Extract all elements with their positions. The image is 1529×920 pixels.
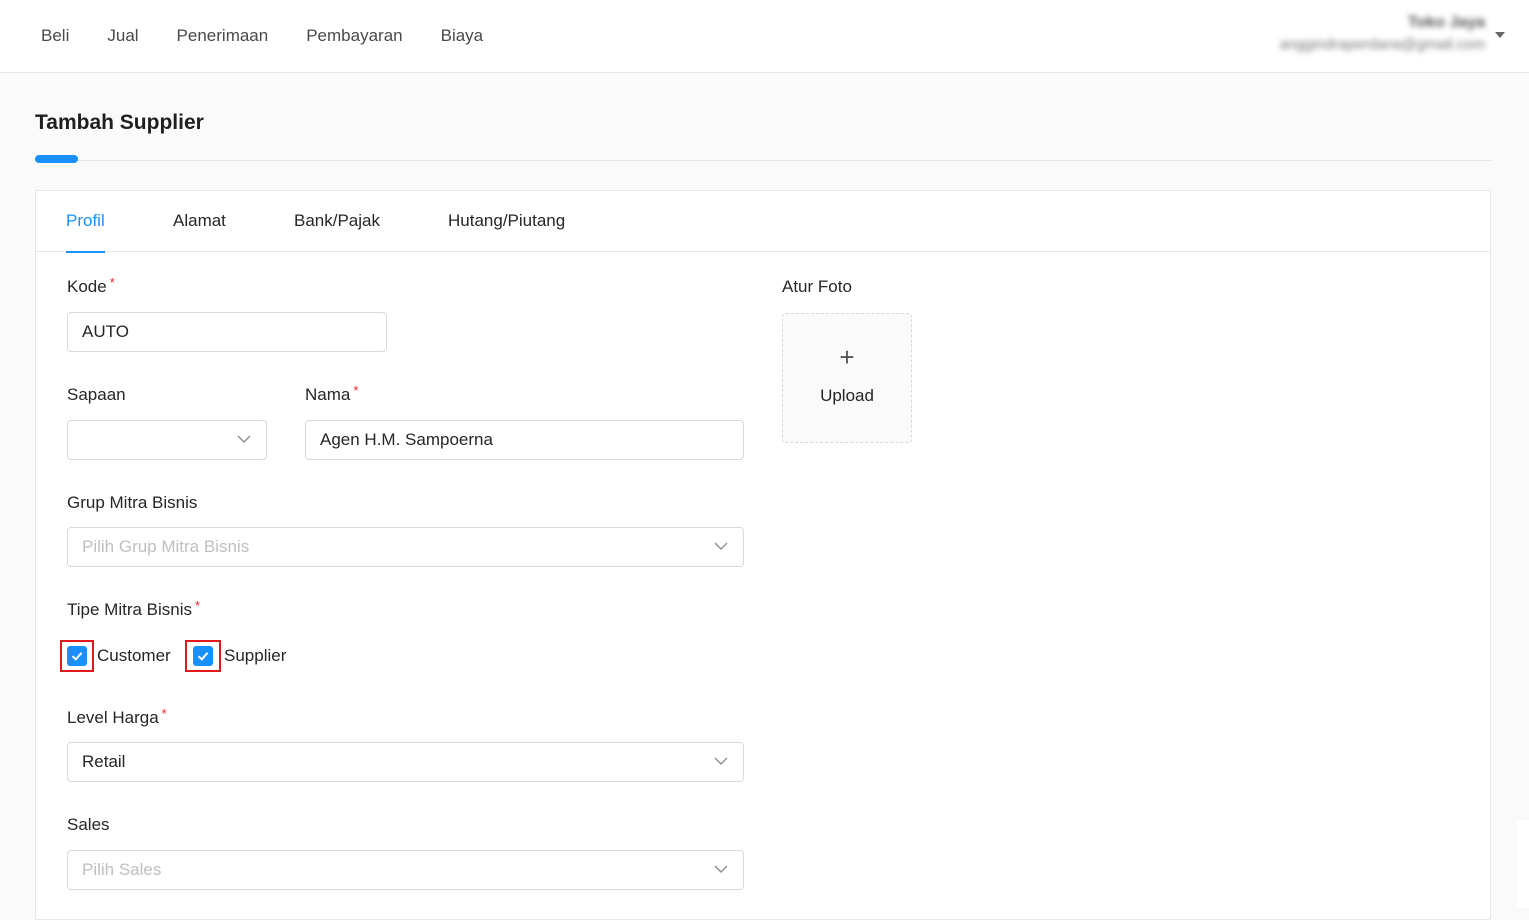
nama-label: Nama * [305,383,359,405]
nav-item-penerimaan[interactable]: Penerimaan [177,26,269,46]
supplier-option: Supplier [185,640,286,672]
chevron-down-icon [236,431,252,447]
level-harga-select[interactable]: Retail [67,742,744,782]
kode-label: Kode * [67,275,115,297]
level-label: Level Harga * [67,706,167,728]
required-mark: * [161,706,167,721]
level-label-text: Level Harga [67,708,159,727]
top-bar: Beli Jual Penerimaan Pembayaran Biaya To… [0,0,1529,73]
sales-placeholder: Pilih Sales [82,860,162,879]
kode-label-text: Kode [67,277,107,296]
top-nav: Beli Jual Penerimaan Pembayaran Biaya [41,0,521,72]
kode-input[interactable]: AUTO [67,312,387,352]
customer-option: Customer [60,640,171,672]
upload-photo-button[interactable]: + Upload [782,313,912,443]
title-accent-bar [35,155,78,163]
title-divider [35,160,1491,161]
page-title: Tambah Supplier [35,111,204,134]
required-mark: * [109,275,115,290]
grup-label: Grup Mitra Bisnis [67,493,198,512]
required-mark: * [353,383,359,398]
tipe-label: Tipe Mitra Bisnis * [67,598,201,620]
user-email: anggindraperdana@gmail.com [1279,36,1485,53]
nav-item-jual[interactable]: Jual [107,26,138,46]
required-mark: * [195,598,201,613]
caret-down-icon[interactable] [1495,32,1505,38]
grup-placeholder: Pilih Grup Mitra Bisnis [82,537,250,556]
scroll-edge [1517,820,1529,908]
grup-select[interactable]: Pilih Grup Mitra Bisnis [67,527,744,567]
nama-label-text: Nama [305,385,351,404]
kode-value: AUTO [82,322,129,341]
upload-label: Upload [820,386,874,405]
sapaan-select[interactable] [67,420,267,460]
chevron-down-icon [713,861,729,877]
sales-label: Sales [67,815,110,834]
nav-item-biaya[interactable]: Biaya [441,26,484,46]
supplier-checkbox[interactable] [185,640,221,672]
supplier-label[interactable]: Supplier [224,646,286,666]
nama-input[interactable]: Agen H.M. Sampoerna [305,420,744,460]
tab-bank-pajak[interactable]: Bank/Pajak [294,211,380,252]
user-menu[interactable]: Toko Jaya anggindraperdana@gmail.com [1280,12,1505,56]
form-card: Profil Alamat Bank/Pajak Hutang/Piutang … [35,190,1491,920]
chevron-down-icon [713,753,729,769]
foto-label: Atur Foto [782,277,852,296]
checkmark-icon [193,646,213,666]
user-info: Toko Jaya anggindraperdana@gmail.com [1280,12,1485,56]
tab-alamat[interactable]: Alamat [173,211,226,252]
chevron-down-icon [713,538,729,554]
plus-icon: + [839,342,855,372]
level-value: Retail [82,752,126,771]
checkmark-icon [67,646,87,666]
nav-item-beli[interactable]: Beli [41,26,69,46]
customer-checkbox[interactable] [60,640,94,672]
tipe-label-text: Tipe Mitra Bisnis [67,600,193,619]
nama-value: Agen H.M. Sampoerna [320,430,493,449]
customer-label[interactable]: Customer [97,646,171,666]
tab-bar: Profil Alamat Bank/Pajak Hutang/Piutang [36,191,1490,253]
user-name: Toko Jaya [1407,14,1485,31]
sapaan-label: Sapaan [67,385,126,404]
tab-profil[interactable]: Profil [66,211,105,253]
tab-hutang-piutang[interactable]: Hutang/Piutang [448,211,565,252]
sales-select[interactable]: Pilih Sales [67,850,744,890]
nav-item-pembayaran[interactable]: Pembayaran [306,26,402,46]
